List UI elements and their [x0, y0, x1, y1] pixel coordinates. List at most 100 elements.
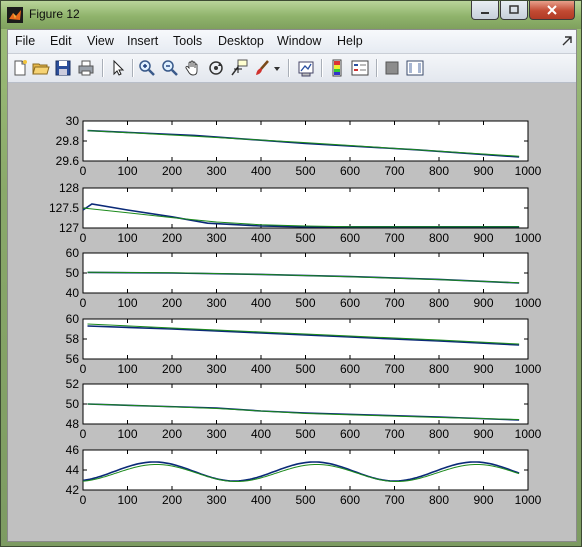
x-tick-label: 500 [295, 362, 315, 376]
hide-plot-tools-icon[interactable] [383, 59, 401, 77]
zoom-out-icon[interactable] [161, 59, 179, 77]
print-icon[interactable] [77, 59, 95, 77]
maximize-icon [509, 5, 519, 14]
new-figure-icon[interactable] [11, 59, 29, 77]
x-tick-label: 700 [384, 493, 404, 507]
y-tick-label: 127.5 [49, 201, 79, 215]
x-tick-label: 0 [80, 493, 87, 507]
x-tick-label: 0 [80, 362, 87, 376]
menu-help[interactable]: Help [337, 34, 363, 48]
y-tick-label: 52 [66, 377, 80, 391]
x-tick-label: 1000 [515, 231, 542, 245]
x-tick-label: 800 [429, 231, 449, 245]
x-tick-label: 0 [80, 427, 87, 441]
x-tick-label: 900 [473, 362, 493, 376]
dock-arrow-icon[interactable] [561, 35, 573, 47]
x-tick-label: 400 [251, 493, 271, 507]
x-tick-label: 0 [80, 164, 87, 178]
x-tick-label: 500 [295, 427, 315, 441]
x-tick-label: 500 [295, 164, 315, 178]
matlab-logo-icon [7, 7, 23, 23]
x-tick-label: 500 [295, 493, 315, 507]
subplots-svg: 0 100 200 300 400 500 600 700 800 900 10003029.829… [49, 114, 542, 507]
x-tick-label: 400 [251, 362, 271, 376]
x-tick-label: 100 [117, 493, 137, 507]
minimize-icon [481, 12, 489, 14]
x-tick-label: 200 [162, 427, 182, 441]
x-tick-label: 900 [473, 231, 493, 245]
rotate-3d-icon[interactable] [207, 59, 225, 77]
y-tick-label: 40 [66, 286, 80, 300]
x-tick-label: 200 [162, 231, 182, 245]
menu-file[interactable]: File [15, 34, 35, 48]
toolbar-separator [102, 59, 103, 77]
x-tick-label: 400 [251, 164, 271, 178]
minimize-button[interactable] [471, 1, 499, 20]
x-tick-label: 300 [206, 231, 226, 245]
x-tick-label: 1000 [515, 362, 542, 376]
maximize-button[interactable] [500, 1, 528, 20]
x-tick-label: 900 [473, 427, 493, 441]
x-tick-label: 100 [117, 362, 137, 376]
x-tick-label: 300 [206, 164, 226, 178]
menu-edit[interactable]: Edit [50, 34, 72, 48]
toolbar-separator [288, 59, 289, 77]
x-tick-label: 600 [340, 164, 360, 178]
x-tick-label: 500 [295, 296, 315, 310]
open-file-icon[interactable] [32, 59, 50, 77]
figure-canvas[interactable]: 0 100 200 300 400 500 600 700 800 900 1000 30 29.8 29… [8, 83, 576, 541]
figure-toolbar [8, 54, 576, 83]
save-icon[interactable] [54, 59, 72, 77]
insert-legend-icon[interactable] [351, 59, 369, 77]
x-tick-label: 700 [384, 164, 404, 178]
brush-icon[interactable] [253, 59, 271, 77]
x-tick-label: 700 [384, 362, 404, 376]
y-tick-label: 42 [66, 483, 80, 497]
data-cursor-icon[interactable] [230, 59, 248, 77]
axes-1 [82, 120, 529, 162]
y-tick-label: 60 [66, 246, 80, 260]
x-tick-label: 200 [162, 164, 182, 178]
y-tick-label: 128 [59, 181, 79, 195]
y-tick-label: 50 [66, 266, 80, 280]
menu-insert[interactable]: Insert [127, 34, 158, 48]
toolbar-separator [321, 59, 322, 77]
y-tick-label: 46 [66, 443, 80, 457]
y-tick-label: 30 [66, 114, 80, 128]
x-tick-label: 1000 [515, 164, 542, 178]
show-plot-tools-icon[interactable] [406, 59, 424, 77]
x-tick-label: 600 [340, 231, 360, 245]
x-tick-label: 800 [429, 296, 449, 310]
menu-window[interactable]: Window [277, 34, 321, 48]
toolbar-separator [376, 59, 377, 77]
close-button[interactable] [529, 1, 575, 20]
insert-colorbar-icon[interactable] [328, 59, 346, 77]
x-tick-label: 600 [340, 493, 360, 507]
menu-tools[interactable]: Tools [173, 34, 202, 48]
x-tick-label: 1000 [515, 493, 542, 507]
x-tick-label: 400 [251, 231, 271, 245]
brush-dropdown-icon[interactable] [273, 59, 281, 77]
x-tick-label: 800 [429, 427, 449, 441]
figure-client-area: File Edit View Insert Tools Desktop Wind… [7, 29, 577, 542]
menu-desktop[interactable]: Desktop [218, 34, 264, 48]
x-tick-label: 300 [206, 362, 226, 376]
x-tick-label: 200 [162, 362, 182, 376]
menu-view[interactable]: View [87, 34, 114, 48]
zoom-in-icon[interactable] [138, 59, 156, 77]
x-tick-label: 100 [117, 164, 137, 178]
x-tick-label: 700 [384, 427, 404, 441]
pan-hand-icon[interactable] [184, 59, 202, 77]
figure-window: Figure 12 File Edit View Insert Tools De… [0, 0, 582, 547]
title-bar[interactable]: Figure 12 [1, 1, 581, 29]
link-plot-icon[interactable] [297, 59, 315, 77]
x-tick-label: 200 [162, 296, 182, 310]
edit-plot-arrow-icon[interactable] [109, 59, 127, 77]
x-tick-label: 1000 [515, 427, 542, 441]
x-tick-label: 600 [340, 362, 360, 376]
y-tick-label: 44 [66, 463, 80, 477]
y-tick-label: 48 [66, 417, 80, 431]
x-tick-label: 100 [117, 427, 137, 441]
y-tick-label: 56 [66, 352, 80, 366]
x-tick-label: 900 [473, 493, 493, 507]
